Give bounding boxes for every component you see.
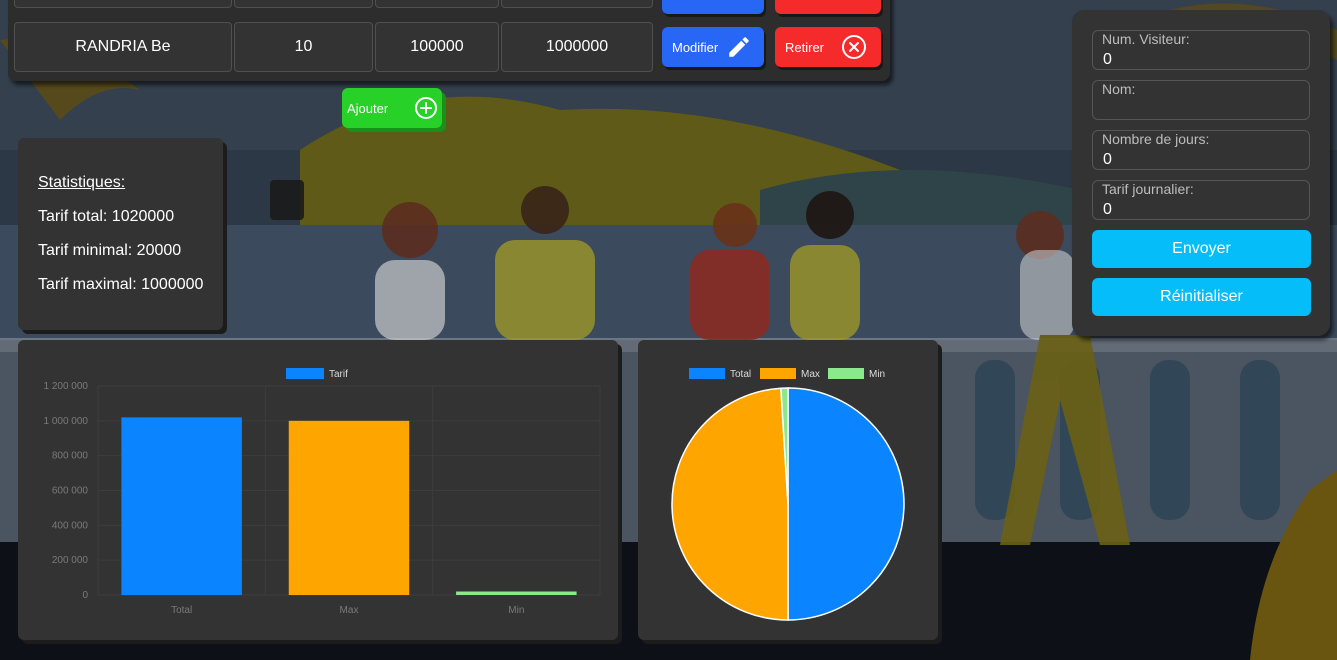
y-tick-label: 1 000 000 bbox=[44, 416, 89, 427]
days-value: 0 bbox=[1103, 151, 1112, 168]
bar-chart-panel: Tarif 0 200 000 400 000 600 000 800 000 1 000 … bbox=[18, 340, 618, 640]
y-tick-label: 800 000 bbox=[52, 451, 89, 462]
modify-button[interactable]: Modifier bbox=[662, 27, 764, 67]
legend: Tarif bbox=[286, 368, 348, 380]
legend-swatch bbox=[689, 368, 725, 379]
plus-circle-icon bbox=[415, 97, 437, 119]
y-tick-label: 1 200 000 bbox=[44, 381, 89, 392]
pie-slice-max bbox=[671, 387, 789, 621]
table-cell bbox=[14, 0, 232, 8]
pie-chart-panel: Total Max Min bbox=[638, 340, 938, 640]
statistics-title: Statistiques: bbox=[38, 174, 126, 191]
daily-rate-value: 0 bbox=[1103, 201, 1112, 218]
daily-rate-label: Tarif journalier: bbox=[1102, 181, 1194, 197]
visitor-form: Num. Visiteur: 0 Nom: Nombre de jours: 0… bbox=[1072, 10, 1330, 336]
stat-total: Tarif total: 1020000 bbox=[38, 208, 175, 225]
visitor-number-label: Num. Visiteur: bbox=[1102, 31, 1190, 47]
y-tick-label: 400 000 bbox=[52, 520, 89, 531]
close-circle-icon bbox=[842, 35, 866, 59]
bar-max bbox=[288, 420, 410, 595]
table-cell-daily-rate: 100000 bbox=[375, 22, 499, 72]
x-tick-label: Max bbox=[340, 605, 359, 616]
bar-chart: Tarif 0 200 000 400 000 600 000 800 000 1 000 … bbox=[44, 368, 601, 616]
modify-button[interactable] bbox=[662, 0, 764, 14]
legend-swatch bbox=[760, 368, 796, 379]
legend-label: Tarif bbox=[329, 369, 348, 380]
remove-button[interactable] bbox=[775, 0, 881, 14]
bar-min bbox=[456, 591, 577, 595]
y-tick-label: 200 000 bbox=[52, 555, 89, 566]
y-tick-label: 0 bbox=[82, 590, 88, 601]
add-button[interactable]: Ajouter bbox=[342, 88, 442, 128]
legend-label: Min bbox=[869, 369, 885, 380]
table-cell-days: 10 bbox=[234, 22, 373, 72]
legend-swatch bbox=[286, 368, 324, 379]
add-button-label: Ajouter bbox=[347, 100, 389, 116]
table-cell bbox=[234, 0, 373, 8]
table-cell-name: RANDRIA Be bbox=[14, 22, 232, 72]
legend-label: Total bbox=[730, 369, 751, 380]
stat-min: Tarif minimal: 20000 bbox=[38, 242, 182, 259]
visitor-table: RANDRIA Be 10 100000 1000000 Modifier Re… bbox=[8, 0, 890, 81]
x-tick-label: Min bbox=[508, 605, 524, 616]
table-cell bbox=[375, 0, 499, 8]
stat-max: Tarif maximal: 1000000 bbox=[38, 276, 204, 293]
name-label: Nom: bbox=[1102, 81, 1136, 97]
bar-total bbox=[121, 417, 242, 595]
days-label: Nombre de jours: bbox=[1102, 131, 1210, 147]
visitor-number-value: 0 bbox=[1103, 51, 1112, 68]
legend: Total Max Min bbox=[689, 368, 885, 380]
remove-button[interactable]: Retirer bbox=[775, 27, 881, 67]
reset-button[interactable]: Réinitialiser bbox=[1092, 278, 1311, 316]
legend-swatch bbox=[828, 368, 864, 379]
modify-button-label: Modifier bbox=[672, 39, 719, 55]
daily-rate-field[interactable]: Tarif journalier: 0 bbox=[1092, 180, 1310, 220]
pencil-icon bbox=[729, 37, 749, 57]
table-cell-total: 1000000 bbox=[501, 22, 653, 72]
pie-chart: Total Max Min bbox=[671, 368, 905, 621]
name-field[interactable]: Nom: bbox=[1092, 80, 1310, 120]
submit-button[interactable]: Envoyer bbox=[1092, 230, 1311, 268]
remove-button-label: Retirer bbox=[785, 39, 825, 55]
x-tick-label: Total bbox=[171, 605, 192, 616]
y-tick-label: 600 000 bbox=[52, 486, 89, 497]
table-cell bbox=[501, 0, 653, 8]
visitor-number-field[interactable]: Num. Visiteur: 0 bbox=[1092, 30, 1310, 70]
days-field[interactable]: Nombre de jours: 0 bbox=[1092, 130, 1310, 170]
statistics-panel: Statistiques: Tarif total: 1020000 Tarif… bbox=[18, 138, 223, 330]
pie-slice-total bbox=[787, 387, 905, 621]
legend-label: Max bbox=[801, 369, 820, 380]
